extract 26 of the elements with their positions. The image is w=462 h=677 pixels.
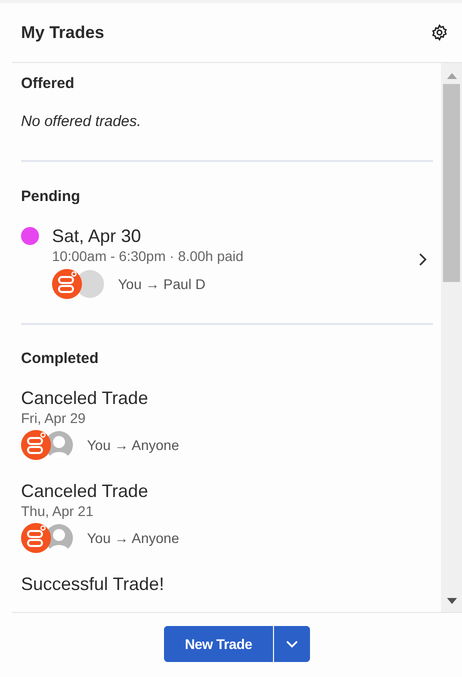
chevron-down-icon — [286, 640, 298, 648]
logo-avatar-icon — [21, 430, 51, 460]
trade-date: Fri, Apr 29 — [21, 409, 87, 427]
trade-parties: You → Paul D — [118, 274, 206, 294]
trade-details: 10:00am - 6:30pm · 8.00h paid — [52, 247, 244, 265]
trade-parties: You → Anyone — [87, 528, 180, 548]
scrollbar[interactable] — [441, 63, 462, 612]
section-heading: Completed — [21, 350, 100, 368]
scrollbar-thumb[interactable] — [443, 84, 460, 282]
settings-icon[interactable] — [431, 24, 448, 41]
scroll-down-icon[interactable] — [446, 598, 456, 604]
section-heading: Offered — [21, 75, 76, 93]
chevron-right-icon — [419, 252, 427, 266]
logo-avatar-icon — [52, 269, 82, 299]
trade-date: Thu, Apr 21 — [21, 502, 94, 520]
trade-title: Canceled Trade — [21, 480, 150, 502]
trade-date: Sat, Apr 30 — [52, 225, 142, 247]
pending-trade[interactable]: Sat, Apr 30 10:00am - 6:30pm · 8.00h paid You → Paul D — [21, 225, 433, 299]
trade-parties: You → Anyone — [87, 436, 180, 455]
trade-title: Canceled Trade — [21, 387, 150, 409]
logo-avatar-icon — [21, 523, 51, 553]
panel-title: My Trades — [21, 22, 104, 44]
trade-title: Successful Trade! — [21, 573, 166, 595]
photo-placeholder — [76, 270, 104, 298]
empty-message: No offered trades. — [21, 113, 142, 131]
section-heading: Pending — [21, 188, 82, 206]
